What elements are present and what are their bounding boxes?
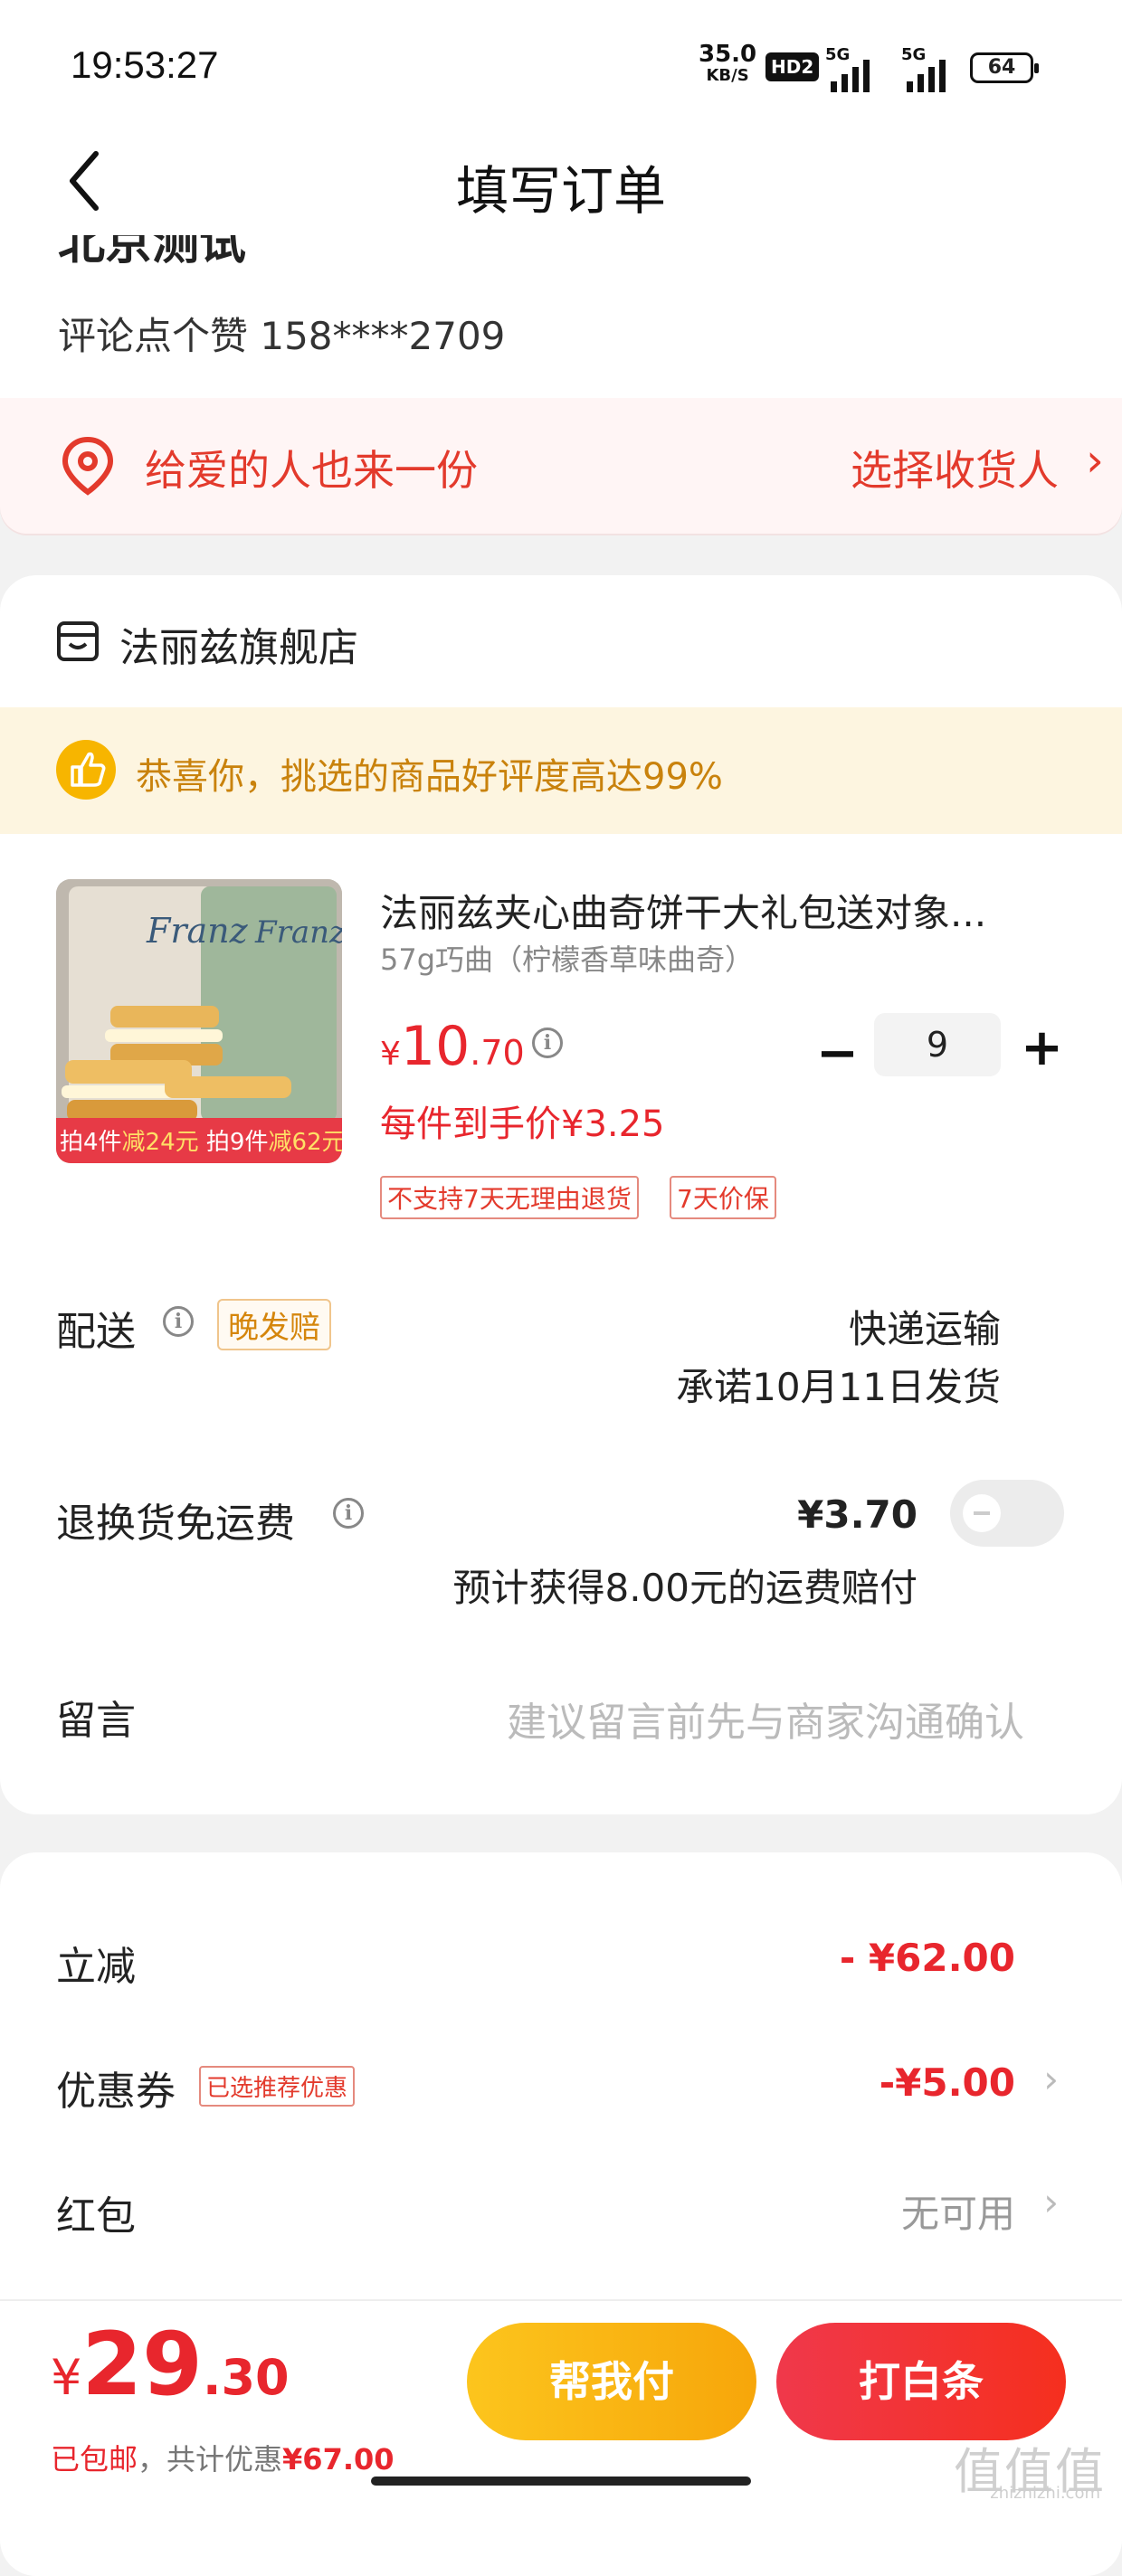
total-currency: ¥ (51, 2349, 82, 2406)
price-protect-tag: 7天价保 (670, 1176, 776, 1219)
return-shipping-label: 退换货免运费 (56, 1501, 295, 1547)
quantity-increase-button[interactable]: + (1021, 1018, 1063, 1077)
status-time: 19:53:27 (71, 43, 219, 86)
unit-price: 每件到手价¥3.25 (380, 1103, 665, 1145)
address-card[interactable]: 北京测试 评论点个赞 158****2709 (0, 235, 1122, 398)
saved-prefix: ，共计优惠 (138, 2442, 283, 2477)
promo-buy9: 拍9件 (205, 1129, 269, 1156)
return-shipping-note: 预计获得8.00元的运费赔付 (452, 1566, 918, 1610)
product-price: ¥10.70 (380, 1015, 525, 1078)
status-bar: 19:53:27 35.0 KB/S HD2 5G 5G 64 (0, 0, 1122, 127)
saved-amount[interactable]: ¥67.00 (282, 2442, 394, 2477)
redpacket-label: 红包 (56, 2193, 136, 2240)
select-recipient-link[interactable]: 选择收货人 (851, 438, 1059, 497)
page-title: 填写订单 (455, 160, 666, 222)
total-decimal: .30 (202, 2349, 290, 2406)
gift-banner-text: 给爱的人也来一份 (145, 446, 478, 495)
promo-save62: 减62元 (268, 1129, 342, 1156)
product-image[interactable]: Franz Franz 拍4件减24元 拍9件减62元 (56, 879, 342, 1163)
page-header: 填写订单 (0, 127, 1122, 235)
redpacket-value[interactable]: 无可用 (901, 2183, 1015, 2239)
free-shipping-text: 已包邮 (51, 2442, 138, 2477)
delivery-info-icon[interactable]: i (163, 1306, 194, 1337)
instant-discount-label: 立减 (56, 1944, 136, 1990)
battery-icon: 64 (970, 52, 1039, 83)
credit-pay-button[interactable]: 打白条 (776, 2323, 1066, 2440)
address-name: 北京测试 (58, 235, 247, 270)
price-integer: 10 (400, 1015, 471, 1078)
product-brand-left: Franz (146, 911, 249, 951)
store-order-card: 法丽兹旗舰店 恭喜你，挑选的商品好评度高达99% Franz Franz 拍4件… (0, 575, 1122, 1814)
return-shipping-toggle[interactable] (950, 1480, 1064, 1547)
home-indicator[interactable] (371, 2477, 751, 2486)
coupon-chevron-icon[interactable]: › (1043, 2057, 1059, 2101)
redpacket-chevron-icon[interactable]: › (1043, 2180, 1059, 2224)
return-shipping-info-icon[interactable]: i (333, 1498, 364, 1529)
coupon-recommended-badge: 已选推荐优惠 (199, 2066, 356, 2107)
network-speed: 35.0 KB/S (699, 43, 756, 87)
message-input[interactable]: 建议留言前先与商家沟通确认 (507, 1690, 1024, 1747)
hd-voice-icon: HD2 (765, 52, 820, 81)
delivery-method[interactable]: 快递运输 (849, 1299, 1001, 1354)
thumbs-up-icon (56, 740, 116, 800)
watermark-logo: 值值值 zhizhizhi.com (954, 2431, 1106, 2503)
coupon-label: 优惠券 (56, 2069, 176, 2115)
total-price: ¥29.30 (51, 2314, 290, 2415)
network-speed-unit: KB/S (706, 66, 749, 85)
product-brand-right: Franz (254, 914, 342, 951)
toggle-knob (963, 1494, 1001, 1532)
total-integer: 29 (81, 2314, 203, 2415)
promo-buy4: 拍4件 (60, 1129, 122, 1156)
quantity-decrease-button[interactable]: − (816, 1024, 859, 1083)
signal-icon-2 (907, 60, 946, 92)
price-info-icon[interactable]: i (532, 1028, 563, 1058)
price-currency: ¥ (380, 1036, 401, 1073)
address-contact: 评论点个赞 158****2709 (58, 314, 506, 358)
gift-banner[interactable]: 给爱的人也来一份 选择收货人 › (0, 398, 1122, 534)
pay-for-me-button[interactable]: 帮我付 (467, 2323, 756, 2440)
network-speed-value: 35.0 (699, 41, 757, 68)
product-spec[interactable]: 57g巧曲（柠檬香草味曲奇） (380, 937, 754, 979)
promo-save24: 减24元 (121, 1129, 199, 1156)
return-shipping-price: ¥3.70 (797, 1492, 918, 1537)
instant-discount-value: - ¥62.00 (839, 1936, 1015, 1980)
product-title[interactable]: 法丽兹夹心曲奇饼干大礼包送对象... (380, 883, 1050, 938)
praise-text: 恭喜你，挑选的商品好评度高达99% (136, 756, 723, 798)
delivery-promise: 承诺10月11日发货 (676, 1365, 1001, 1409)
product-promo-text: 拍4件减24元 拍9件减62元 (60, 1123, 342, 1157)
no-return-tag: 不支持7天无理由退货 (380, 1176, 639, 1219)
total-summary: 已包邮，共计优惠¥67.00 (51, 2437, 395, 2478)
watermark-url: zhizhizhi.com (990, 2484, 1100, 2503)
chevron-right-icon: › (1086, 434, 1104, 487)
quantity-stepper[interactable]: 9 (874, 1013, 1001, 1076)
delivery-label: 配送 (56, 1309, 136, 1355)
store-name[interactable]: 法丽兹旗舰店 (119, 615, 358, 673)
location-pin-icon (62, 436, 114, 496)
signal-icon-1 (831, 60, 870, 92)
store-icon (57, 621, 99, 661)
message-label: 留言 (56, 1698, 136, 1744)
product-photo: Franz Franz (56, 879, 342, 1163)
late-compensation-badge: 晚发赔 (217, 1299, 331, 1350)
praise-banner: 恭喜你，挑选的商品好评度高达99% (0, 707, 1122, 834)
coupon-value[interactable]: -¥5.00 (880, 2060, 1015, 2105)
price-decimal: .70 (470, 1033, 525, 1073)
